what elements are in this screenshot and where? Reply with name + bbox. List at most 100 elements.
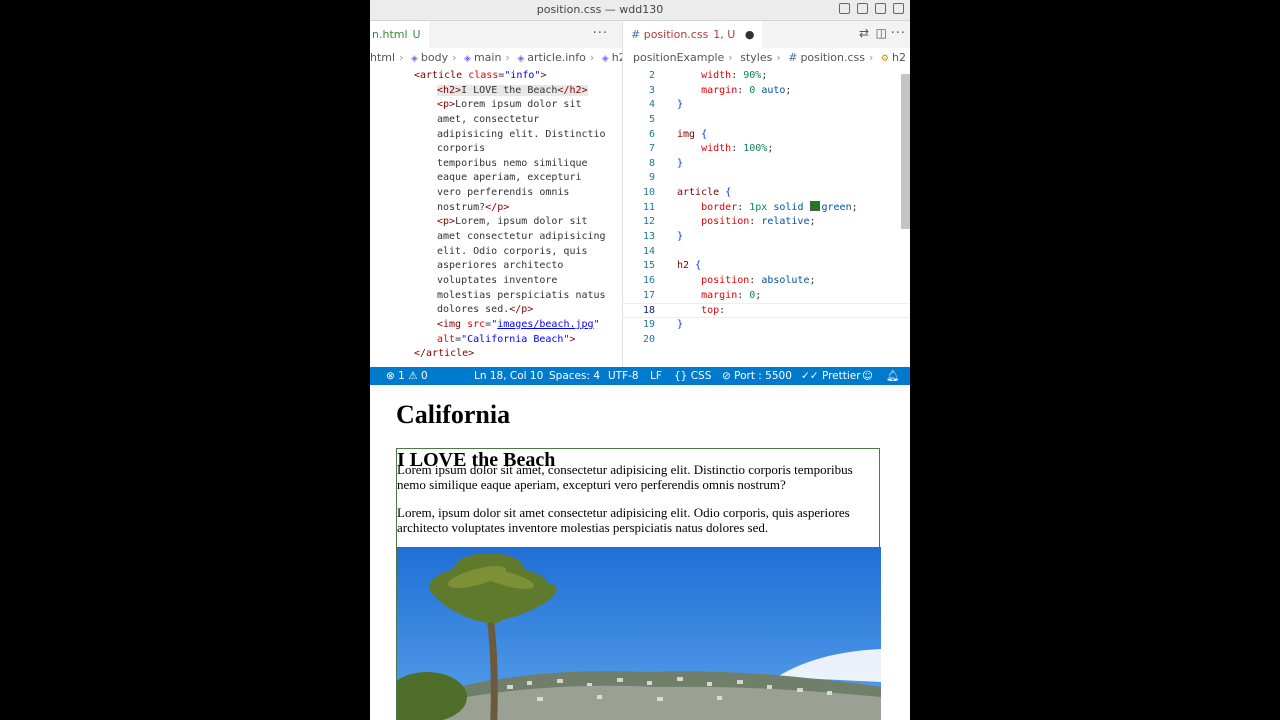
paragraph: Lorem, ipsum dolor sit amet consectetur … — [397, 505, 850, 535]
line-number: 9 — [648, 172, 655, 184]
code-text: <h2>I LOVE the Beach</h2> — [437, 84, 588, 99]
code-token: : — [737, 201, 750, 213]
code-token: class — [468, 70, 499, 81]
code-token: Lorem ipsum dolor sit — [455, 99, 582, 111]
line-number: 6 — [648, 128, 655, 140]
git-compare-icon[interactable]: ⇄ — [859, 21, 870, 48]
more-actions-icon[interactable]: ··· — [891, 21, 906, 48]
toggle-secondary-sidebar-icon[interactable] — [875, 3, 886, 14]
line-number: 5 — [648, 113, 655, 125]
element-icon: ◈ — [410, 54, 418, 64]
code-token: width — [701, 143, 732, 155]
code-line: voluptates inventore — [370, 274, 622, 289]
breadcrumb-item[interactable]: ◈ main — [464, 51, 501, 64]
code-line: vero perferendis omnis — [370, 186, 622, 201]
code-line: <p>Lorem ipsum dolor sit — [370, 98, 622, 113]
breadcrumb-item[interactable]: styles — [740, 51, 772, 64]
element-icon: ◈ — [517, 54, 525, 64]
code-text: } — [677, 157, 683, 172]
code-line: eaque aperiam, excepturi — [370, 171, 622, 186]
breadcrumb-item[interactable]: ⚙ h2 — [881, 51, 906, 64]
end-of-line[interactable]: LF — [650, 367, 662, 385]
line-number: 10 — [642, 187, 655, 199]
encoding[interactable]: UTF-8 — [608, 367, 639, 385]
page-heading: California — [396, 400, 511, 429]
code-token: </p> — [485, 201, 510, 213]
code-token: } — [677, 318, 684, 330]
code-token: </h2> — [557, 84, 588, 96]
code-token: ; — [809, 274, 816, 286]
split-editor-icon[interactable]: ◫ — [876, 21, 888, 48]
code-token: </article> — [414, 348, 475, 360]
code-token: dolores sed. — [437, 304, 510, 316]
code-token: <p> — [437, 99, 456, 111]
breadcrumb-item[interactable]: ◈ article.info — [517, 51, 586, 64]
feedback-icon[interactable]: ☺ — [862, 367, 873, 385]
more-actions-icon[interactable]: ··· — [593, 21, 608, 48]
code-text: <p>Lorem, ipsum dolor sit — [437, 215, 588, 230]
code-token: asperiores architecto — [437, 260, 564, 272]
breadcrumb-item[interactable]: # position.css — [788, 51, 865, 64]
code-text: asperiores architecto — [437, 259, 563, 274]
tab-status: 1, U — [713, 28, 736, 41]
line-number: 7 — [648, 143, 655, 155]
css-code-area[interactable]: 2 width: 90%; 3 margin: 0 auto; 4} 5 6 img {7… — [623, 69, 910, 367]
code-text: h2 { — [677, 259, 701, 274]
article-heading: I LOVE the Beach — [397, 449, 556, 471]
cursor-position[interactable]: Ln 18, Col 10 — [474, 367, 543, 385]
html-code-area[interactable]: <article class="info"> <h2>I LOVE the Bea… — [370, 69, 622, 367]
code-token: position — [701, 216, 750, 228]
breadcrumb-item[interactable]: ◈ body — [411, 51, 448, 64]
tab-position-css[interactable]: # position.css 1, U ● — [623, 21, 763, 48]
prettier-status[interactable]: ✓✓ Prettier — [801, 367, 861, 385]
code-token: ; — [755, 289, 762, 301]
code-line: 13} — [623, 230, 910, 245]
beach-image — [397, 547, 881, 720]
tab-position-html[interactable]: n.html U — [370, 21, 429, 48]
bell-icon[interactable]: 🔔︎ — [886, 367, 899, 385]
code-token: green — [821, 201, 852, 213]
breadcrumb-item[interactable]: ◈h2 — [602, 51, 622, 64]
code-token: top — [701, 305, 720, 317]
code-line: 18 top: — [623, 303, 910, 318]
selector-icon: ⚙ — [880, 54, 889, 64]
code-token: : — [719, 305, 726, 317]
code-text: temporibus nemo similique — [437, 157, 588, 172]
toggle-panel-icon[interactable] — [857, 3, 868, 14]
vertical-scrollbar[interactable] — [901, 74, 910, 229]
code-text: margin: 0 auto; — [677, 84, 791, 99]
toggle-sidebar-icon[interactable] — [839, 3, 850, 14]
code-token: auto — [761, 84, 786, 96]
code-token: eaque aperiam, excepturi — [437, 172, 582, 184]
code-text: img { — [677, 128, 707, 143]
breadcrumb-item[interactable]: html — [370, 51, 395, 64]
code-token: ; — [767, 143, 774, 155]
code-token: border — [701, 201, 738, 213]
code-text: corporis — [437, 142, 485, 157]
live-server-port[interactable]: ⊘ Port : 5500 — [722, 367, 792, 385]
customize-layout-icon[interactable] — [893, 3, 904, 14]
language-mode[interactable]: {} CSS — [674, 367, 711, 385]
code-token: } — [677, 231, 684, 243]
code-line: 10 article { — [623, 186, 910, 201]
indentation[interactable]: Spaces: 4 — [549, 367, 600, 385]
html-tab-bar: n.html U ··· — [370, 21, 622, 49]
status-bar: ⊗ 1 ⚠ 0 Ln 18, Col 10 Spaces: 4 UTF-8 LF… — [370, 367, 910, 385]
code-token: { — [695, 260, 702, 272]
code-line: 11 border: 1px solid green; — [623, 200, 910, 216]
code-text: adipisicing elit. Distinctio — [437, 128, 606, 143]
code-token: img — [677, 128, 696, 140]
braces-icon: {} — [674, 370, 688, 382]
code-token: ; — [785, 84, 792, 96]
code-text: <img src="images/beach.jpg" — [437, 318, 600, 333]
css-tab-bar: # position.css 1, U ● ⇄ ◫ ··· — [623, 21, 910, 49]
problems-indicator[interactable]: ⊗ 1 ⚠ 0 — [386, 367, 428, 385]
code-line: </article> — [370, 347, 622, 362]
tab-label: position.css — [643, 28, 709, 41]
unsaved-dot-icon[interactable]: ● — [745, 28, 755, 41]
code-text: dolores sed.</p> — [437, 303, 533, 318]
breadcrumb-item[interactable]: positionExample — [633, 51, 724, 64]
code-line: 15 h2 { — [623, 259, 910, 274]
